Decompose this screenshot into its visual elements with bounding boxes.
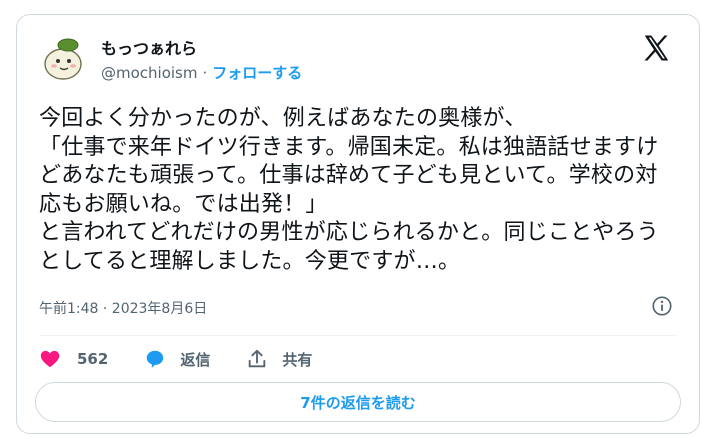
read-replies-button[interactable]: 7件の返信を読む: [35, 382, 681, 422]
info-icon[interactable]: [651, 295, 673, 317]
x-logo-icon[interactable]: [641, 33, 671, 63]
like-count: 562: [77, 350, 109, 368]
follow-button[interactable]: フォローする: [212, 62, 302, 83]
avatar[interactable]: [39, 33, 87, 81]
handle-row: @mochioism · フォローする: [101, 62, 302, 83]
avatar-illustration: [39, 33, 87, 81]
reply-bubble-icon: [147, 350, 164, 368]
like-button[interactable]: 562: [39, 348, 108, 370]
reply-button[interactable]: 返信: [144, 348, 210, 370]
read-replies-label: 7件の返信を読む: [300, 393, 416, 412]
tweet-text: 今回よく分かったのが、例えばあなたの奥様が、 「仕事で来年ドイツ行きます。帰国未…: [39, 106, 659, 274]
tweet-card: もっつぁれら @mochioism · フォローする 今回よく分かったのが、例え…: [16, 14, 700, 434]
share-icon: [249, 349, 266, 368]
heart-icon: [40, 350, 60, 368]
user-handle[interactable]: @mochioism: [101, 64, 197, 82]
reply-label: 返信: [180, 350, 211, 369]
divider: [39, 335, 677, 336]
separator-dot: ·: [202, 63, 208, 82]
display-name[interactable]: もっつぁれら: [101, 35, 197, 59]
action-bar: 562 返信 共有: [39, 345, 348, 373]
tweet-timestamp[interactable]: 午前1:48 · 2023年8月6日: [39, 298, 207, 318]
share-label: 共有: [282, 350, 313, 369]
share-button[interactable]: 共有: [246, 348, 312, 370]
